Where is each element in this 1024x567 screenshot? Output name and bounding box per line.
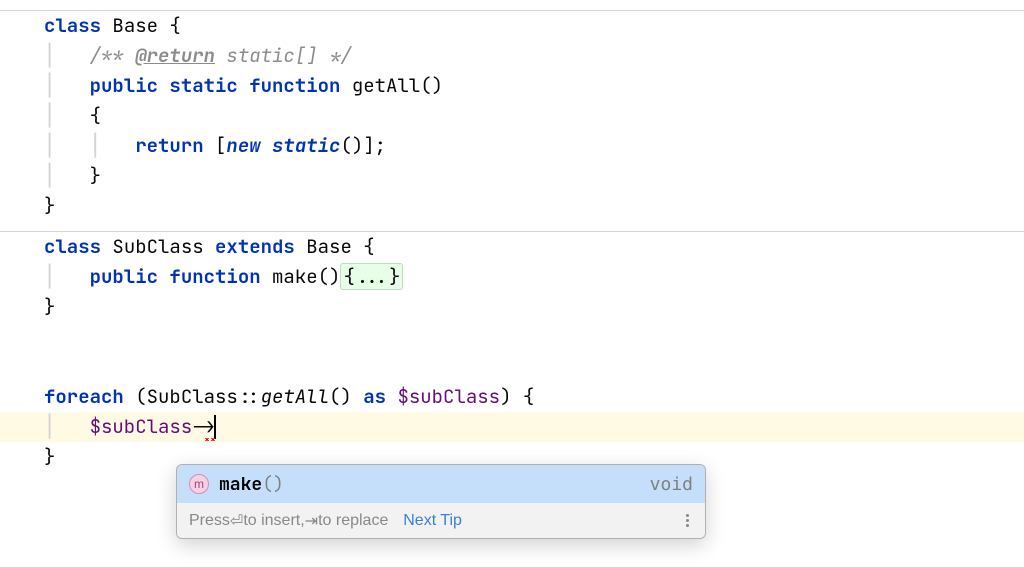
blank-line[interactable] — [44, 322, 1024, 352]
completion-name: make — [219, 473, 262, 496]
method-icon: m — [189, 474, 209, 494]
code-completion-popup[interactable]: m make() void Press ⏎ to insert, ⇥ to re… — [176, 464, 706, 539]
doc-tag-return: @return — [135, 43, 215, 68]
code-line[interactable]: │ } — [44, 161, 1024, 191]
next-tip-link[interactable]: Next Tip — [403, 512, 462, 530]
code-line[interactable]: } — [44, 292, 1024, 322]
completion-hint-bar: Press ⏎ to insert, ⇥ to replace Next Tip — [177, 503, 705, 538]
doc-comment: /** @return static[] */ — [90, 43, 352, 68]
enter-key-icon: ⏎ — [230, 511, 243, 531]
code-line[interactable]: foreach (SubClass::getAll() as $subClass… — [44, 382, 1024, 412]
code-line[interactable]: │ public function make(){...} — [44, 262, 1024, 292]
class-name: Base — [101, 13, 158, 38]
code-fold-marker[interactable]: {...} — [340, 263, 403, 290]
error-marker: > — [204, 414, 215, 439]
code-line[interactable]: │ { — [44, 101, 1024, 131]
keyword-class: class — [44, 13, 101, 38]
blank-line[interactable] — [44, 352, 1024, 382]
code-line[interactable]: │ public static function getAll() — [44, 71, 1024, 101]
code-line[interactable]: class SubClass extends Base { — [44, 232, 1024, 262]
code-line[interactable]: } — [44, 191, 1024, 221]
active-code-line[interactable]: │ $subClass-> — [0, 412, 1024, 442]
code-line[interactable]: │ │ return [new static()]; — [44, 131, 1024, 161]
more-options-icon[interactable] — [682, 514, 693, 527]
completion-return-type: void — [650, 474, 693, 495]
code-editor[interactable]: class Base { │ /** @return static[] */ │… — [0, 0, 1024, 472]
code-line[interactable]: class Base { — [44, 11, 1024, 41]
code-line[interactable]: │ /** @return static[] */ — [44, 41, 1024, 71]
completion-item[interactable]: m make() void — [177, 465, 705, 503]
tab-key-icon: ⇥ — [305, 511, 318, 531]
